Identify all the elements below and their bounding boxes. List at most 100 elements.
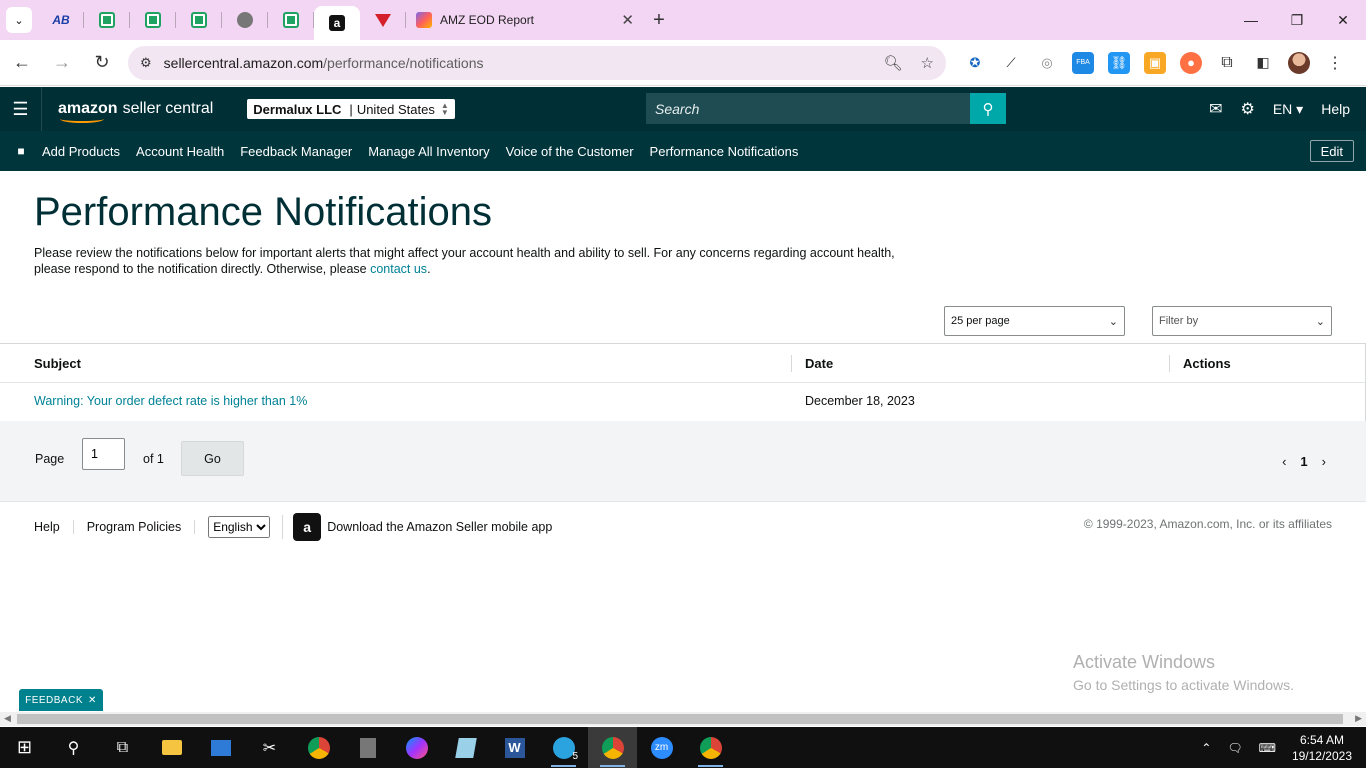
telegram-icon[interactable]: 5 <box>539 727 588 768</box>
nav-link-add-products[interactable]: Add Products <box>42 144 120 159</box>
notifications-table: Subject Date Actions Warning: Your order… <box>0 343 1366 422</box>
back-button[interactable]: ← <box>4 45 40 81</box>
search-input[interactable]: Search <box>646 93 970 124</box>
amazon-app-icon[interactable]: a <box>293 513 322 541</box>
windows-start-icon[interactable]: ⊞ <box>0 727 49 768</box>
scroll-left-icon[interactable]: ◀ <box>4 713 11 724</box>
edit-button[interactable]: Edit <box>1309 140 1354 162</box>
keyboard-icon[interactable]: ⌨ <box>1259 741 1276 755</box>
horizontal-scrollbar[interactable]: ◀ ▶ <box>0 712 1366 726</box>
nav-link-voice-of-customer[interactable]: Voice of the Customer <box>506 144 634 159</box>
extensions-row: ✪ ⟋ ◎ FBA ⛓ ▣ ● ⧉ ◧ ⋮ <box>964 51 1346 74</box>
column-date[interactable]: Date <box>805 356 833 371</box>
tab-sheet-2[interactable] <box>130 0 176 40</box>
program-policies-link[interactable]: Program Policies <box>87 520 196 534</box>
zoom-icon[interactable]: 🔍︎ <box>884 54 903 72</box>
tab-sheet-4[interactable] <box>268 0 314 40</box>
help-link[interactable]: Help <box>1321 101 1350 117</box>
tab-sheet-1[interactable] <box>84 0 130 40</box>
scroll-right-icon[interactable]: ▶ <box>1355 713 1362 724</box>
tab-red[interactable] <box>360 0 406 40</box>
notification-icon[interactable]: 🗨︎ <box>1227 741 1242 755</box>
search-icon[interactable]: ⚲ <box>49 727 98 768</box>
current-page[interactable]: 1 <box>1300 454 1307 469</box>
account-switcher[interactable]: Dermalux LLC | United States ▲ ▼ <box>247 99 455 119</box>
go-button[interactable]: Go <box>181 441 244 476</box>
account-region: United States <box>356 101 435 117</box>
extension-icon[interactable]: ⟋ <box>1000 52 1022 74</box>
filter-by-select[interactable]: Filter by ⌄ <box>1152 306 1332 336</box>
close-icon[interactable]: ✕ <box>88 695 97 706</box>
tab-globe[interactable] <box>222 0 268 40</box>
chrome-profile-icon[interactable] <box>686 727 735 768</box>
extension-icon[interactable]: ▣ <box>1144 51 1166 74</box>
snipping-tool-icon[interactable]: ✂ <box>245 727 294 768</box>
contact-us-link[interactable]: contact us <box>370 262 427 276</box>
file-explorer-icon[interactable] <box>147 727 196 768</box>
chevron-left-icon[interactable]: ‹ <box>1282 454 1286 469</box>
reload-button[interactable]: ↻ <box>84 45 120 81</box>
search-button[interactable]: ⚲ <box>970 93 1006 124</box>
url-input[interactable]: ⚙ sellercentral.amazon.com/performance/n… <box>128 45 946 80</box>
clock[interactable]: 6:54 AM 19/12/2023 <box>1292 732 1352 764</box>
tab-ab[interactable]: AB <box>38 0 84 40</box>
tab-search-dropdown[interactable]: ⌄ <box>6 7 32 33</box>
word-icon[interactable]: W <box>490 727 539 768</box>
messenger-icon[interactable] <box>392 727 441 768</box>
activate-windows-watermark: Activate Windows Go to Settings to activ… <box>1073 652 1294 693</box>
minimize-icon[interactable]: — <box>1228 0 1274 40</box>
avatar[interactable] <box>1288 51 1310 74</box>
gear-icon[interactable]: ⚙ <box>1240 99 1254 119</box>
windows-taskbar: ⊞ ⚲ ⧉ ✂ W 5 zm ⌃ 🗨︎ ⌨ 6:54 AM 19/12/2023 <box>0 727 1366 768</box>
bookmark-star-icon[interactable]: ☆ <box>921 54 934 72</box>
footer-help-link[interactable]: Help <box>34 520 74 534</box>
download-app-link[interactable]: Download the Amazon Seller mobile app <box>327 520 552 534</box>
side-panel-icon[interactable]: ◧ <box>1252 52 1274 74</box>
notification-subject-link[interactable]: Warning: Your order defect rate is highe… <box>34 394 307 408</box>
puzzle-icon[interactable]: ⧉ <box>1216 52 1238 74</box>
page-number-input[interactable] <box>82 438 125 470</box>
extension-icon[interactable]: ⛓ <box>1108 51 1130 74</box>
tab-amz-eod-report[interactable]: AMZ EOD Report ✕ <box>406 0 644 40</box>
scrollbar-thumb[interactable] <box>17 714 1343 724</box>
logo[interactable]: amazon seller central <box>58 100 213 123</box>
close-window-icon[interactable]: ✕ <box>1320 0 1366 40</box>
zoom-app-icon[interactable]: zm <box>637 727 686 768</box>
close-icon[interactable]: ✕ <box>621 11 634 29</box>
tab-sheet-3[interactable] <box>176 0 222 40</box>
mail-icon[interactable]: ✉ <box>1209 99 1222 119</box>
bookmark-icon[interactable]: ■ <box>0 144 42 158</box>
hamburger-menu-icon[interactable]: ☰ <box>0 87 42 131</box>
sheet-icon <box>283 12 299 28</box>
chrome-icon[interactable] <box>294 727 343 768</box>
nav-link-account-health[interactable]: Account Health <box>136 144 224 159</box>
fba-extension-icon[interactable]: FBA <box>1072 51 1094 74</box>
site-info-icon[interactable]: ⚙ <box>140 55 152 71</box>
chrome-active-icon[interactable] <box>588 727 637 768</box>
column-subject[interactable]: Subject <box>34 356 81 371</box>
show-hidden-icons[interactable]: ⌃ <box>1201 741 1211 755</box>
tab-amazon[interactable]: a <box>314 6 360 40</box>
more-icon[interactable]: ⋮ <box>1324 52 1346 74</box>
nav-link-manage-inventory[interactable]: Manage All Inventory <box>368 144 489 159</box>
task-view-icon[interactable]: ⧉ <box>98 727 147 768</box>
extension-icon[interactable]: ✪ <box>964 52 986 74</box>
restore-icon[interactable]: ❐ <box>1274 0 1320 40</box>
app-icon[interactable] <box>441 727 490 768</box>
forward-button[interactable]: → <box>44 45 80 81</box>
new-tab-button[interactable]: + <box>644 9 674 32</box>
footer-language-select[interactable]: English <box>208 516 271 538</box>
page-label: Page <box>35 452 65 466</box>
nav-link-feedback-manager[interactable]: Feedback Manager <box>240 144 352 159</box>
language-selector[interactable]: EN ▾ <box>1273 101 1303 118</box>
calculator-icon[interactable] <box>343 727 392 768</box>
nav-link-performance-notifications[interactable]: Performance Notifications <box>650 144 799 159</box>
extension-icon[interactable]: ● <box>1180 51 1202 74</box>
feedback-button[interactable]: FEEDBACK ✕ <box>19 689 103 711</box>
app-icon[interactable] <box>196 727 245 768</box>
column-actions: Actions <box>1183 356 1231 371</box>
tab-title: AMZ EOD Report <box>440 13 535 27</box>
chevron-right-icon[interactable]: › <box>1322 454 1326 469</box>
extension-icon[interactable]: ◎ <box>1036 52 1058 74</box>
per-page-select[interactable]: 25 per page ⌄ <box>944 306 1125 336</box>
